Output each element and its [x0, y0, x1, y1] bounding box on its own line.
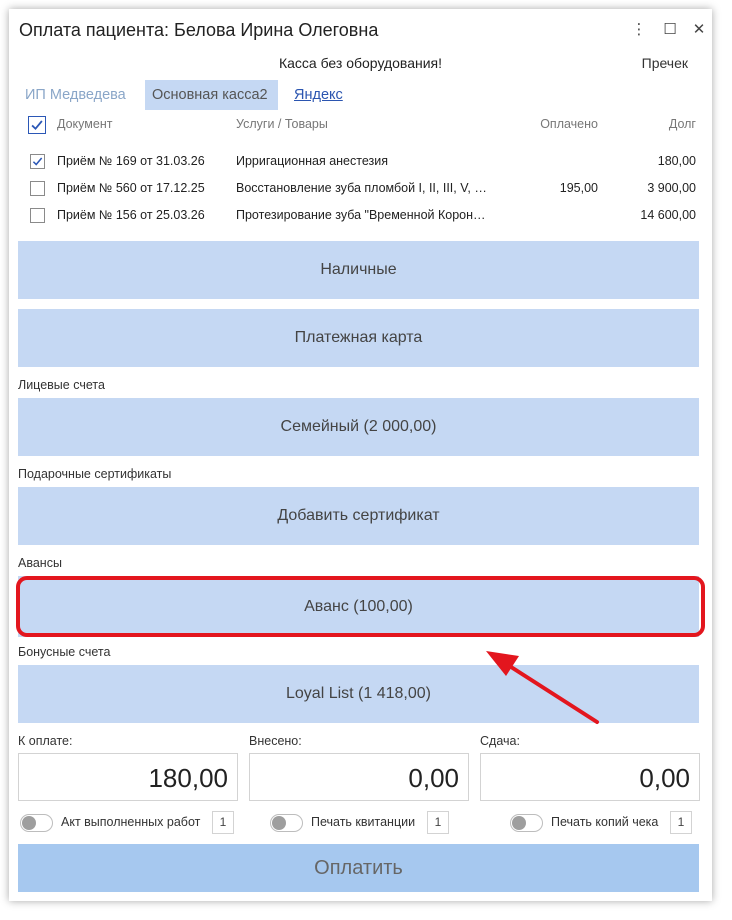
payment-window: Оплата пациента: Белова Ирина Олеговна ⋮… [9, 9, 712, 901]
loyal-list-button[interactable]: Loyal List (1 418,00) [18, 665, 699, 723]
row-document: Приём № 169 от 31.03.26 [57, 154, 205, 168]
select-all-checkbox[interactable] [28, 116, 46, 134]
table-row[interactable]: Приём № 169 от 31.03.26 Ирригационная ан… [9, 151, 712, 178]
close-icon[interactable]: ✕ [688, 19, 710, 41]
kassa-status: Касса без оборудования! [278, 55, 443, 71]
cash-button[interactable]: Наличные [18, 241, 699, 299]
check-copy-label: Печать копий чека [551, 815, 659, 829]
maximize-icon[interactable]: ☐ [659, 19, 681, 41]
tab-main-kassa[interactable]: Основная касса2 [145, 80, 278, 110]
row-services: Ирригационная анестезия [236, 154, 389, 168]
header-document: Документ [57, 117, 113, 131]
row-debt: 14 600,00 [640, 208, 696, 222]
to-pay-field[interactable]: 180,00 [18, 753, 238, 801]
change-field[interactable]: 0,00 [480, 753, 700, 801]
deposited-field[interactable]: 0,00 [249, 753, 469, 801]
advances-label: Авансы [18, 556, 62, 570]
card-button[interactable]: Платежная карта [18, 309, 699, 367]
precheck-button[interactable]: Пречек [642, 55, 688, 71]
row-checkbox[interactable] [30, 154, 45, 169]
act-label: Акт выполненных работ [61, 815, 201, 829]
pay-button[interactable]: Оплатить [18, 844, 699, 892]
act-copies-input[interactable]: 1 [212, 811, 234, 834]
table-row[interactable]: Приём № 560 от 17.12.25 Восстановление з… [9, 178, 712, 205]
header-paid: Оплачено [540, 117, 598, 131]
to-pay-label: К оплате: [18, 734, 73, 748]
row-debt: 3 900,00 [647, 181, 696, 195]
bonus-accounts-label: Бонусные счета [18, 645, 111, 659]
row-checkbox[interactable] [30, 208, 45, 223]
check-copy-toggle[interactable] [510, 814, 543, 832]
act-toggle[interactable] [20, 814, 53, 832]
more-menu-icon[interactable]: ⋮ [628, 19, 650, 41]
row-services: Протезирование зуба "Временной Корон… [236, 208, 486, 222]
row-debt: 180,00 [657, 154, 696, 168]
check-icon [31, 120, 43, 131]
row-document: Приём № 156 от 25.03.26 [57, 208, 205, 222]
family-account-button[interactable]: Семейный (2 000,00) [18, 398, 699, 456]
row-document: Приём № 560 от 17.12.25 [57, 181, 205, 195]
deposited-label: Внесено: [249, 734, 302, 748]
header-debt: Долг [668, 117, 696, 131]
row-paid: 195,00 [559, 181, 598, 195]
receipt-label: Печать квитанции [311, 815, 416, 829]
personal-accounts-label: Лицевые счета [18, 378, 105, 392]
advance-button[interactable]: Аванс (100,00) [18, 576, 699, 637]
table-row[interactable]: Приём № 156 от 25.03.26 Протезирование з… [9, 205, 712, 232]
window-title: Оплата пациента: Белова Ирина Олеговна [19, 20, 379, 40]
add-certificate-button[interactable]: Добавить сертификат [18, 487, 699, 545]
gift-certificates-label: Подарочные сертификаты [18, 467, 172, 481]
tab-yandex[interactable]: Яндекс [294, 80, 343, 110]
change-label: Сдача: [480, 734, 520, 748]
table-header: Документ Услуги / Товары Оплачено Долг [9, 116, 712, 139]
receipt-copies-input[interactable]: 1 [427, 811, 449, 834]
title-bar: Оплата пациента: Белова Ирина Олеговна ⋮… [9, 9, 712, 49]
row-checkbox[interactable] [30, 181, 45, 196]
tab-ip-medvedeva[interactable]: ИП Медведева [25, 80, 126, 110]
check-copy-copies-input[interactable]: 1 [670, 811, 692, 834]
header-services: Услуги / Товары [236, 117, 328, 131]
check-icon [32, 157, 43, 166]
receipt-toggle[interactable] [270, 814, 303, 832]
row-services: Восстановление зуба пломбой I, II, III, … [236, 181, 487, 195]
